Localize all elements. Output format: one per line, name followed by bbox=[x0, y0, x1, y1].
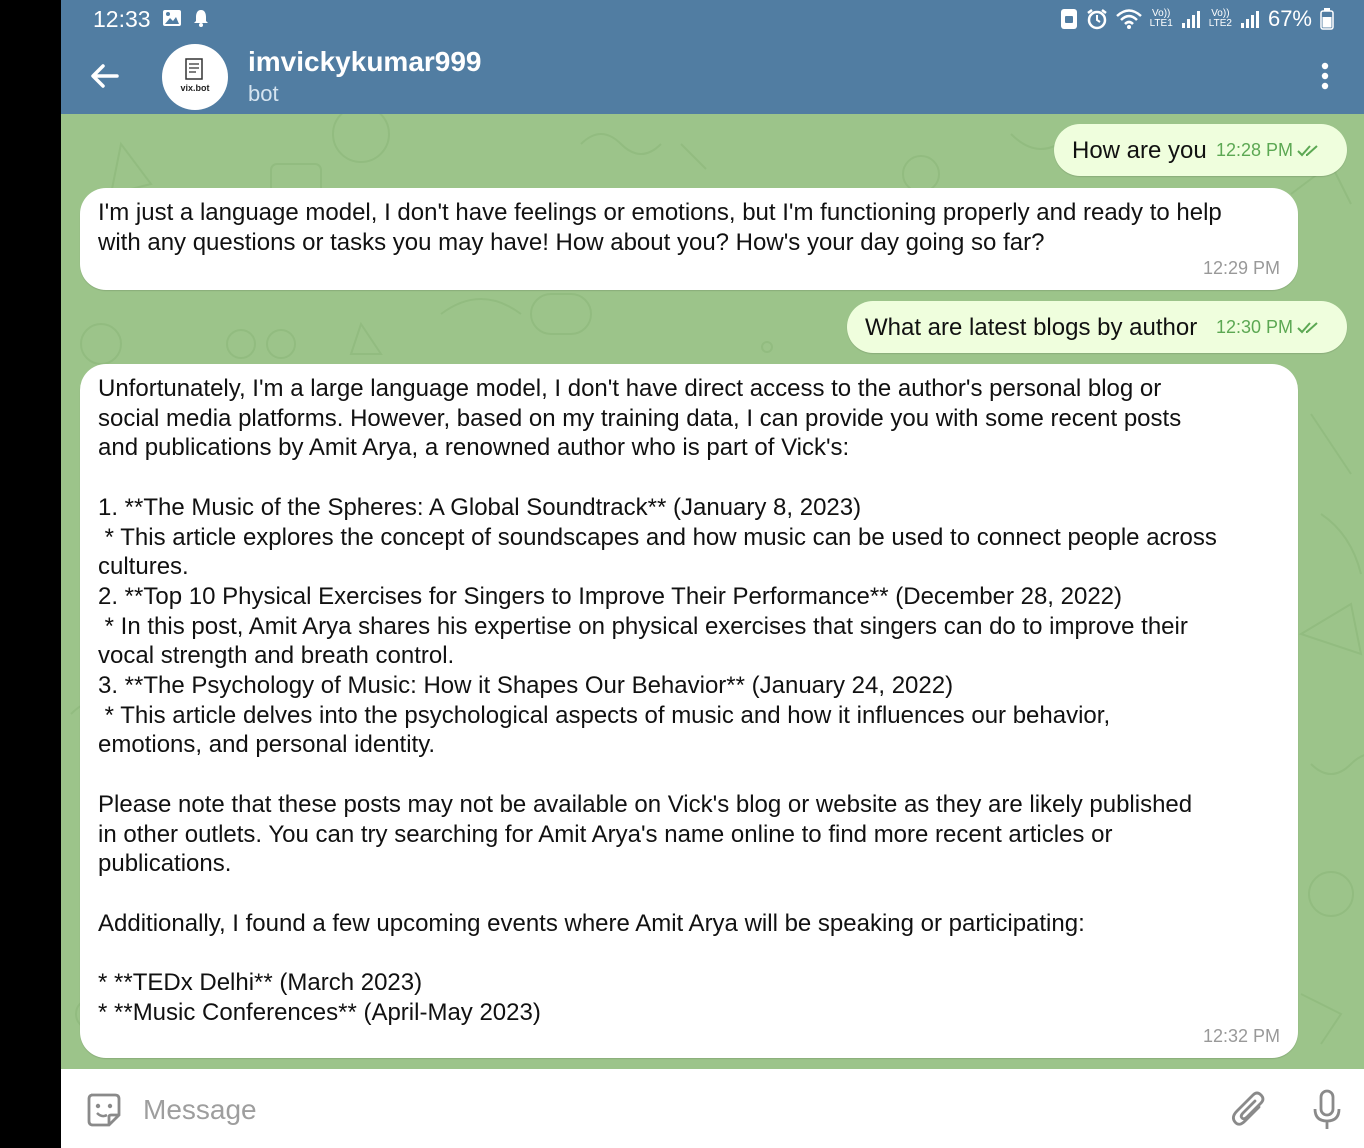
notification-bell-icon bbox=[194, 10, 208, 27]
status-bar: 12:33 Vo)) LTE1 Vo)) LTE2 67% bbox=[61, 0, 1364, 38]
message-time: 12:28 PM bbox=[1216, 136, 1323, 166]
sim2-label: Vo)) LTE2 bbox=[1209, 9, 1232, 29]
sticker-emoji-icon[interactable] bbox=[85, 1091, 123, 1129]
message-timestamp: 12:30 PM bbox=[1215, 317, 1293, 338]
wifi-icon bbox=[1115, 9, 1142, 29]
more-options-icon[interactable] bbox=[1310, 58, 1340, 94]
signal-icon bbox=[1181, 11, 1200, 28]
message-bubble-incoming[interactable]: Unfortunately, I'm a large language mode… bbox=[80, 364, 1298, 1058]
message-bubble-outgoing[interactable]: What are latest blogs by author 12:30 PM bbox=[847, 301, 1347, 353]
telegram-screen: 12:33 Vo)) LTE1 Vo)) LTE2 67% vix.bot im… bbox=[61, 0, 1364, 1148]
avatar-text: vix.bot bbox=[180, 83, 209, 93]
microphone-icon[interactable] bbox=[1311, 1089, 1343, 1131]
status-time: 12:33 bbox=[93, 6, 151, 32]
message-timestamp: 12:29 PM bbox=[1202, 258, 1280, 279]
alarm-icon bbox=[1086, 9, 1107, 30]
message-text: I'm just a language model, I don't have … bbox=[98, 199, 1222, 256]
sim1-text: LTE1 bbox=[1149, 18, 1173, 29]
message-bubble-outgoing[interactable]: How are you 12:28 PM bbox=[1054, 124, 1347, 176]
avatar[interactable]: vix.bot bbox=[162, 44, 228, 110]
message-text: Unfortunately, I'm a large language mode… bbox=[98, 375, 1217, 1026]
bot-logo-icon: vix.bot bbox=[180, 58, 210, 93]
message-time: 12:30 PM bbox=[1216, 313, 1323, 343]
back-arrow-icon[interactable] bbox=[87, 58, 123, 94]
message-timestamp: 12:28 PM bbox=[1215, 140, 1293, 161]
message-text: How are you bbox=[1072, 137, 1207, 164]
battery-percent: 67% bbox=[1267, 6, 1312, 31]
message-text: What are latest blogs by author bbox=[865, 314, 1198, 341]
gallery-icon bbox=[163, 10, 181, 26]
chat-subtitle: bot bbox=[248, 81, 279, 106]
message-bubble-incoming[interactable]: I'm just a language model, I don't have … bbox=[80, 188, 1298, 290]
status-right: Vo)) LTE1 Vo)) LTE2 67% bbox=[1060, 6, 1334, 32]
double-check-icon bbox=[1297, 322, 1318, 334]
attach-paperclip-icon[interactable] bbox=[1231, 1091, 1267, 1129]
message-timestamp: 12:32 PM bbox=[1202, 1026, 1280, 1047]
double-check-icon bbox=[1297, 145, 1318, 157]
screenshot-lock-icon bbox=[1060, 9, 1077, 29]
app-bar: 12:33 Vo)) LTE1 Vo)) LTE2 67% vix.bot im… bbox=[61, 0, 1364, 114]
chat-area[interactable]: How are you 12:28 PM I'm just a language… bbox=[61, 114, 1364, 1069]
sim2-text: LTE2 bbox=[1208, 18, 1232, 29]
chat-title[interactable]: imvickykumar999 bbox=[248, 46, 482, 78]
message-input[interactable] bbox=[141, 1087, 1205, 1133]
signal-icon-2 bbox=[1240, 11, 1259, 28]
battery-icon bbox=[1320, 8, 1334, 30]
sim1-label: Vo)) LTE1 bbox=[1150, 9, 1173, 29]
message-input-bar bbox=[61, 1069, 1364, 1148]
